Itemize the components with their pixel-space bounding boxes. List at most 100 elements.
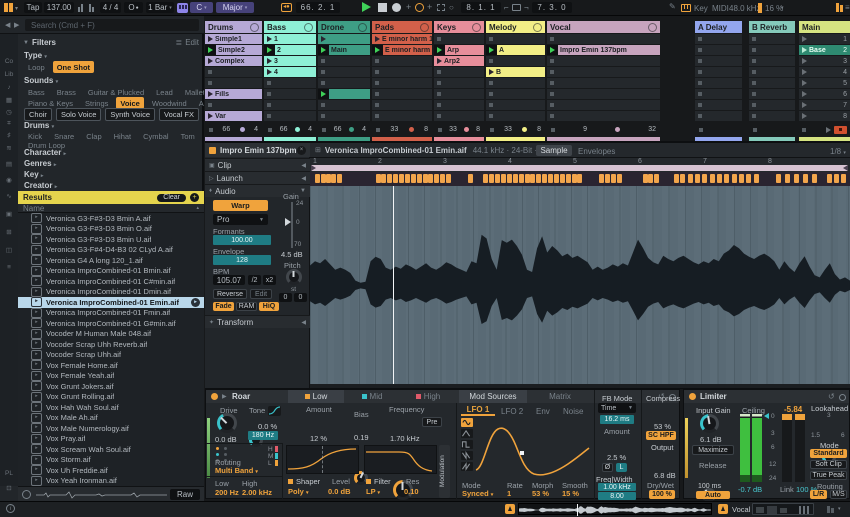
- warp-marker[interactable]: [446, 174, 452, 183]
- tone-freq-field[interactable]: 180 Hz: [248, 431, 278, 440]
- warp-marker[interactable]: [518, 174, 524, 183]
- clip-slot[interactable]: [264, 89, 316, 99]
- warp-marker[interactable]: [565, 174, 571, 183]
- browser-rail-icon[interactable]: ▦: [2, 96, 16, 106]
- return-track-header[interactable]: B Reverb: [749, 21, 795, 33]
- clip-slot[interactable]: [749, 78, 795, 88]
- warp-marker[interactable]: [694, 174, 700, 183]
- warp-marker[interactable]: [434, 174, 440, 183]
- mode-standard-button[interactable]: Standard: [810, 449, 847, 458]
- result-item[interactable]: ▸ Vox Yeah Ironman.aif: [18, 475, 204, 487]
- result-item[interactable]: ▸ Veronica ImproCombined-01 Dmin.aif: [18, 286, 204, 298]
- stop-all-clips-button[interactable]: [834, 125, 847, 134]
- warp-marker[interactable]: [483, 174, 489, 183]
- loop-switch-icon[interactable]: [512, 4, 521, 11]
- track-header-bass[interactable]: Bass: [264, 21, 316, 33]
- clip-slot[interactable]: 4: [264, 67, 316, 77]
- clip-slot-playing[interactable]: Impro Emin 137bpm: [547, 45, 660, 55]
- forward-arrow-icon[interactable]: ▶: [14, 21, 19, 29]
- record-button[interactable]: [392, 3, 401, 12]
- clip-slot[interactable]: [695, 89, 742, 99]
- warp-marker[interactable]: [616, 174, 622, 183]
- loop-brace[interactable]: [311, 165, 848, 171]
- result-item[interactable]: ▸ Veronica ImproCombined-01 G#min.aif: [18, 318, 204, 329]
- clip-slot-playing[interactable]: A: [486, 45, 545, 55]
- draw-mode-icon[interactable]: +: [427, 2, 432, 12]
- shaper-type-menu[interactable]: Poly ▾: [288, 487, 308, 496]
- auto-release-button[interactable]: Auto: [696, 491, 730, 499]
- result-item[interactable]: ▸ Veronica G3-F#4-D4-B3 02 CLyd A.aif: [18, 244, 204, 256]
- warp-marker[interactable]: [716, 174, 722, 183]
- warp-marker[interactable]: [746, 174, 752, 183]
- warp-marker[interactable]: [489, 174, 495, 183]
- collapse-icon[interactable]: ◀: [301, 162, 306, 169]
- clip-slot[interactable]: [318, 56, 370, 66]
- warp-marker[interactable]: [784, 174, 790, 183]
- warp-marker[interactable]: [524, 174, 530, 183]
- search-input[interactable]: Search (Cmd + F): [25, 19, 199, 31]
- warp-marker[interactable]: [775, 174, 781, 183]
- routing-mode-menu[interactable]: Multi Band ▾: [215, 466, 258, 475]
- warp-marker[interactable]: [709, 174, 715, 183]
- clip-slot[interactable]: [695, 56, 742, 66]
- menu-icon[interactable]: ≡: [845, 3, 850, 12]
- browser-rail-icon[interactable]: Co: [2, 58, 16, 68]
- lfo-shape-saw-down-icon[interactable]: [461, 451, 473, 460]
- high-split-value[interactable]: 2.00 kHz: [242, 488, 272, 497]
- nudge-up-icon[interactable]: [89, 4, 97, 12]
- clip-slot[interactable]: [434, 67, 484, 77]
- warp-marker[interactable]: [336, 174, 342, 183]
- collapse-icon[interactable]: ◀: [301, 175, 306, 182]
- mode-truepeak-button[interactable]: True Peak: [810, 471, 847, 480]
- filter-chip[interactable]: Vocal FX: [159, 108, 200, 121]
- morph-value[interactable]: 53 %: [532, 489, 549, 498]
- result-item[interactable]: ▸ Vox Female Yeah.aif: [18, 370, 204, 382]
- warp-marker[interactable]: [738, 174, 744, 183]
- clip-overview[interactable]: [518, 503, 712, 516]
- expand-icon[interactable]: ▼: [300, 188, 306, 194]
- clip-slot[interactable]: [264, 100, 316, 110]
- stop-button[interactable]: [378, 3, 387, 12]
- clip-slot[interactable]: [434, 111, 484, 121]
- tab-low[interactable]: Low: [288, 390, 344, 403]
- clip-slot[interactable]: [318, 78, 370, 88]
- key-map-button[interactable]: Key: [694, 4, 708, 13]
- warp-marker[interactable]: [467, 174, 473, 183]
- clip-slot[interactable]: [547, 56, 660, 66]
- warp-marker[interactable]: [702, 174, 708, 183]
- low-split-value[interactable]: 200 Hz: [215, 488, 239, 497]
- fade-button[interactable]: Fade: [213, 302, 234, 311]
- warp-marker[interactable]: [559, 174, 565, 183]
- track-header-keys[interactable]: Keys: [434, 21, 484, 33]
- warp-marker[interactable]: [375, 174, 381, 183]
- warp-button[interactable]: Warp: [213, 200, 268, 211]
- clip-slot[interactable]: [372, 67, 432, 77]
- clip-slot[interactable]: Simple1: [205, 34, 262, 44]
- info-icon[interactable]: i: [6, 504, 15, 513]
- main-track-header[interactable]: Main: [799, 21, 850, 33]
- result-item[interactable]: ▸ Veronica G3-F#3-D3 Bmin O.aif: [18, 223, 204, 235]
- track-header-pads[interactable]: Pads: [372, 21, 432, 33]
- warp-marker[interactable]: [325, 174, 331, 183]
- warp-marker[interactable]: [548, 174, 554, 183]
- warp-marker[interactable]: [724, 174, 730, 183]
- result-item[interactable]: ▸ Vox Uh Freddie.aif: [18, 465, 204, 476]
- lfo-display[interactable]: [474, 418, 592, 478]
- result-item[interactable]: ▸ Vox Pray.aif: [18, 433, 204, 445]
- warp-marker[interactable]: [387, 174, 393, 183]
- chevron-down-icon[interactable]: ▾: [838, 506, 841, 512]
- clip-slot[interactable]: [486, 100, 545, 110]
- loop-start-marker[interactable]: [311, 165, 316, 171]
- maximize-button[interactable]: Maximize: [692, 445, 734, 455]
- return-track-header[interactable]: A Delay: [695, 21, 742, 33]
- raw-preview-button[interactable]: Raw: [170, 489, 200, 500]
- selection-box-icon[interactable]: [437, 4, 445, 11]
- browser-rail-icon[interactable]: ◫: [2, 246, 16, 256]
- punch-in-icon[interactable]: ⌐: [504, 3, 509, 12]
- fb-width-field[interactable]: 8.00: [598, 492, 636, 500]
- browser-rail-icon[interactable]: ⊞: [2, 228, 16, 238]
- clip-slot[interactable]: [547, 100, 660, 110]
- warp-marker[interactable]: [536, 174, 542, 183]
- warp-marker[interactable]: [506, 174, 512, 183]
- warp-marker[interactable]: [410, 174, 416, 183]
